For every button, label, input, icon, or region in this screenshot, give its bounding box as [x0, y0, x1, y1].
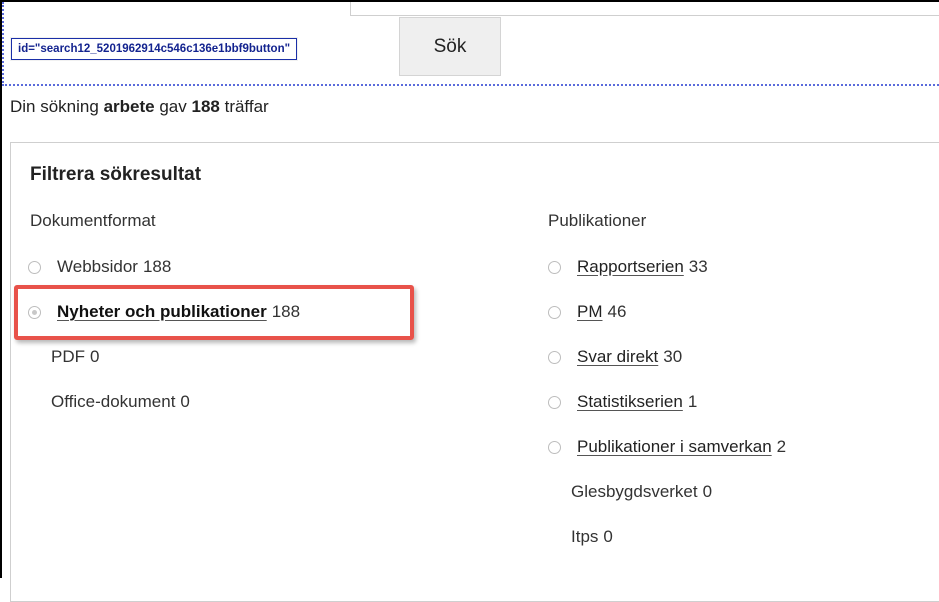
filter-option-webbsidor[interactable]: Webbsidor 188 — [28, 257, 171, 277]
option-link[interactable]: Statistikserien — [577, 392, 683, 412]
option-count: 0 — [180, 392, 190, 411]
radio-icon[interactable] — [28, 305, 41, 319]
radio-icon[interactable] — [28, 260, 41, 274]
summary-suffix: träffar — [224, 97, 269, 116]
option-count: 1 — [687, 392, 698, 411]
publications-heading: Publikationer — [548, 211, 647, 230]
option-link[interactable]: Nyheter och publikationer — [57, 302, 267, 322]
filter-option-pm[interactable]: PM 46 — [548, 302, 626, 322]
filter-option-pdf: PDF 0 — [51, 347, 99, 367]
option-link[interactable]: Publikationer i samverkan — [577, 437, 772, 457]
radio-icon[interactable] — [548, 260, 561, 274]
option-link[interactable]: Rapportserien — [577, 257, 684, 277]
search-term: arbete — [103, 97, 155, 116]
result-summary: Din sökning arbete gav 188 träffar — [10, 97, 269, 117]
radio-icon[interactable] — [548, 305, 561, 319]
option-count: 2 — [776, 437, 787, 456]
option-label: Office-dokument — [51, 392, 176, 411]
radio-icon[interactable] — [548, 440, 561, 454]
option-count: 0 — [603, 527, 613, 546]
option-label: Itps — [571, 527, 599, 546]
filter-option-rapportserien[interactable]: Rapportserien 33 — [548, 257, 708, 277]
option-count: 33 — [688, 257, 708, 276]
filter-option-glesbygdsverket: Glesbygdsverket 0 — [571, 482, 712, 502]
summary-middle: gav — [159, 97, 187, 116]
option-link[interactable]: PM — [577, 302, 603, 322]
filter-option-office-dokument: Office-dokument 0 — [51, 392, 190, 412]
summary-prefix: Din sökning — [10, 97, 99, 116]
option-count: 0 — [90, 347, 100, 366]
element-id-tag: id="search12_5201962914c546c136e1bbf9but… — [11, 38, 298, 60]
search-button[interactable]: Sök — [399, 17, 501, 76]
filter-option-itps: Itps 0 — [571, 527, 613, 547]
option-count: 188 — [142, 257, 172, 276]
result-count: 188 — [191, 97, 220, 116]
option-count: 188 — [271, 302, 301, 321]
option-count: 30 — [663, 347, 683, 366]
filter-option-publikationer-i-samverkan[interactable]: Publikationer i samverkan 2 — [548, 437, 786, 457]
filter-title: Filtrera sökresultat — [30, 164, 202, 185]
option-count: 0 — [702, 482, 713, 501]
filter-option-statistikserien[interactable]: Statistikserien 1 — [548, 392, 697, 412]
option-count: 46 — [607, 302, 627, 321]
option-label: PDF — [51, 347, 85, 366]
option-link[interactable]: Svar direkt — [577, 347, 658, 367]
filter-option-nyheter-och-publikationer[interactable]: Nyheter och publikationer 188 — [28, 302, 300, 322]
option-label: Glesbygdsverket — [571, 482, 698, 501]
option-label: Webbsidor — [57, 257, 138, 276]
document-format-heading: Dokumentformat — [30, 211, 156, 230]
radio-icon[interactable] — [548, 395, 561, 409]
radio-icon[interactable] — [548, 350, 561, 364]
filter-option-svar-direkt[interactable]: Svar direkt 30 — [548, 347, 682, 367]
